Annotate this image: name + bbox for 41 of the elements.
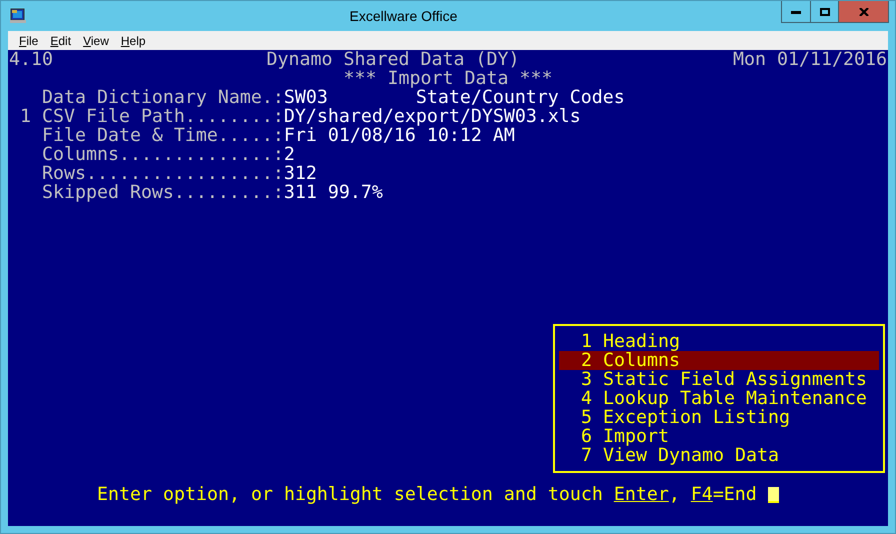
field-label: CSV File Path........: xyxy=(42,107,284,126)
field-value: 2 xyxy=(284,145,296,164)
menu-option[interactable]: 1 Heading xyxy=(559,332,879,351)
field-note: State/Country Codes xyxy=(416,88,625,107)
menu-item[interactable]: View xyxy=(77,34,115,48)
menu-option[interactable]: 5 Exception Listing xyxy=(559,408,879,427)
field-label: Rows.................: xyxy=(42,164,284,183)
menu-option[interactable]: 4 Lookup Table Maintenance xyxy=(559,389,879,408)
menu-option[interactable]: 3 Static Field Assignments xyxy=(559,370,879,389)
version-number: 4.10 xyxy=(9,50,53,69)
menu-option[interactable]: 2 Columns xyxy=(559,351,879,370)
menu-item[interactable]: File xyxy=(13,34,44,48)
field-label: Skipped Rows.........: xyxy=(42,183,284,202)
maximize-icon xyxy=(820,8,830,16)
prompt-text: Enter option, or highlight selection and touch xyxy=(97,485,603,504)
screen-title: Dynamo Shared Data (DY) xyxy=(266,50,520,69)
minimize-icon xyxy=(791,10,801,14)
menu-item[interactable]: Help xyxy=(114,34,152,48)
field-value: 311 99.7% xyxy=(284,183,384,202)
field-label: File Date & Time.....: xyxy=(42,126,284,145)
date-text: Mon 01/11/2016 xyxy=(733,50,887,69)
menu-option[interactable]: 6 Import xyxy=(559,427,879,446)
screen-subtitle: *** Import Data *** xyxy=(344,69,552,88)
field-label: Data Dictionary Name.: xyxy=(42,88,284,107)
field-label: Columns..............: xyxy=(42,145,284,164)
menu-option[interactable]: 7 View Dynamo Data xyxy=(559,446,879,465)
monitor-icon xyxy=(10,8,26,24)
prompt-text: , xyxy=(668,485,680,504)
cursor-icon xyxy=(768,486,779,502)
close-icon xyxy=(858,8,868,16)
field-value: Fri 01/08/16 10:12 AM xyxy=(284,126,515,145)
close-button[interactable] xyxy=(838,1,888,22)
menu-item[interactable]: Edit xyxy=(44,34,78,48)
window-title: Excellware Office xyxy=(348,7,458,26)
field-number: 1 xyxy=(18,107,31,126)
key-name: Enter xyxy=(614,485,669,504)
prompt-text: =End xyxy=(712,485,757,504)
field-value: 312 xyxy=(284,164,318,183)
field-value: DY/shared/export/DYSW03.xls xyxy=(284,107,581,126)
key-name: F4 xyxy=(690,485,713,504)
field-value: SW03 xyxy=(284,88,329,107)
